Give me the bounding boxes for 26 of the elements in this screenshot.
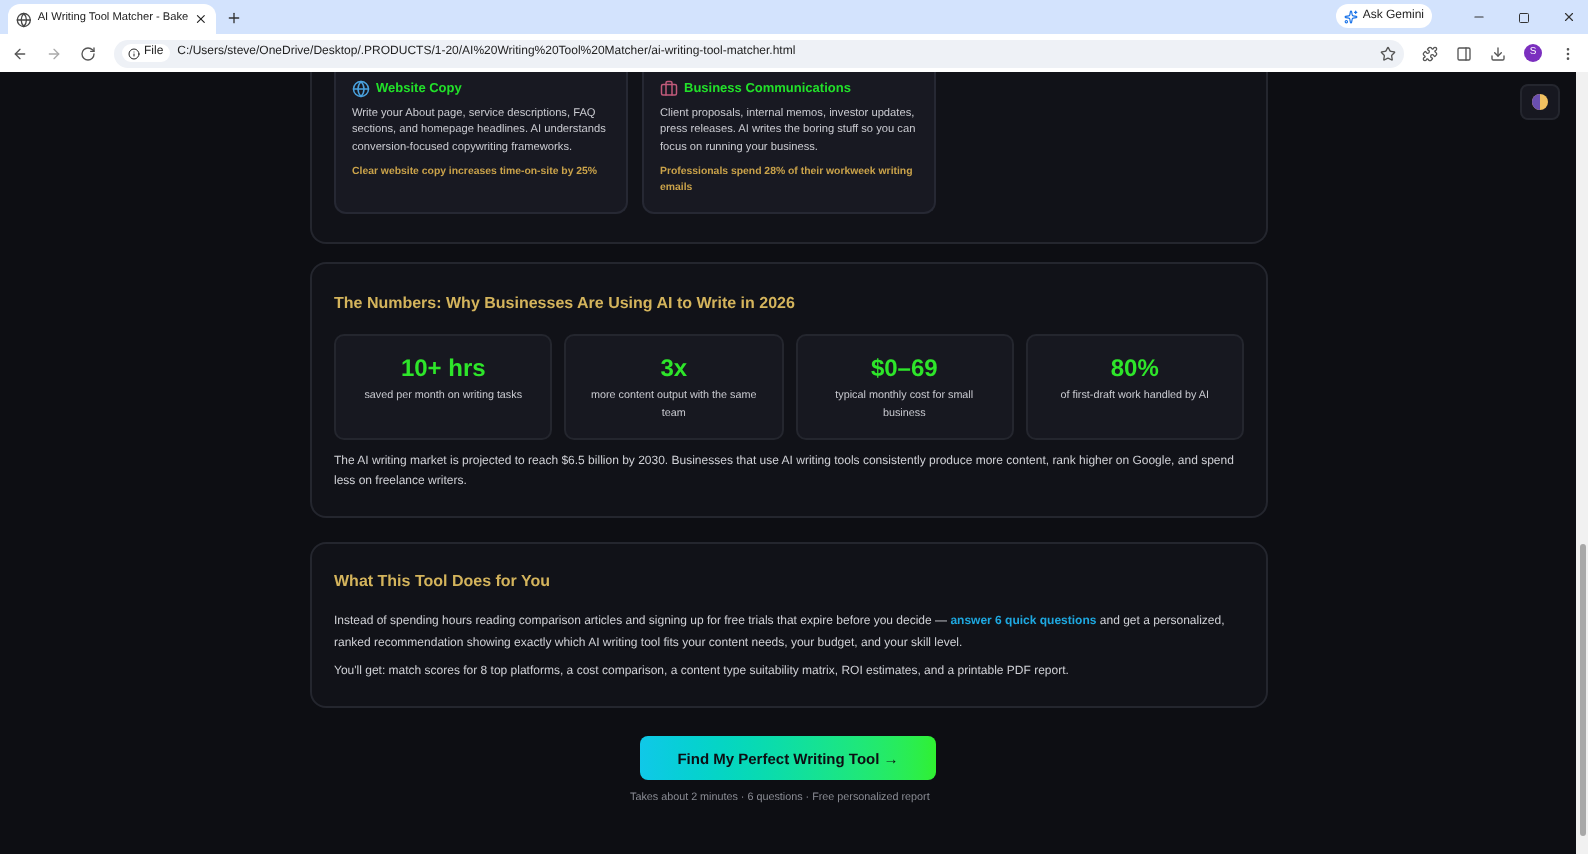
close-icon[interactable]: [194, 12, 208, 26]
maximize-icon[interactable]: [1518, 12, 1530, 24]
info-icon: [128, 47, 140, 59]
half-moon-icon: [1532, 94, 1548, 110]
minimize-icon[interactable]: [1472, 10, 1486, 24]
stat-value: $0–69: [870, 354, 938, 383]
section-heading: What This Tool Does for You: [334, 570, 552, 595]
new-tab-icon[interactable]: [226, 10, 242, 26]
download-icon[interactable]: [1490, 45, 1506, 61]
side-panel-icon[interactable]: [1456, 45, 1472, 61]
extensions-icon[interactable]: [1422, 45, 1438, 61]
theme-toggle-button[interactable]: [1520, 84, 1560, 120]
close-window-icon[interactable]: [1562, 10, 1576, 24]
briefcase-icon: [660, 80, 678, 99]
section-heading: The Numbers: Why Businesses Are Using AI to Write in 2026: [334, 292, 797, 317]
reload-icon[interactable]: [80, 45, 96, 61]
scrollbar[interactable]: [1576, 72, 1588, 854]
stat-value: 3x: [660, 354, 688, 383]
scrollbar-thumb[interactable]: [1579, 544, 1585, 836]
back-icon[interactable]: [12, 45, 28, 61]
star-icon[interactable]: [1380, 45, 1396, 61]
stat-value: 10+ hrs: [400, 354, 486, 383]
sparkle-icon: [1344, 9, 1359, 23]
stat-value: 80%: [1110, 354, 1159, 383]
globe-icon: [352, 80, 370, 99]
page-icon: [16, 11, 32, 27]
